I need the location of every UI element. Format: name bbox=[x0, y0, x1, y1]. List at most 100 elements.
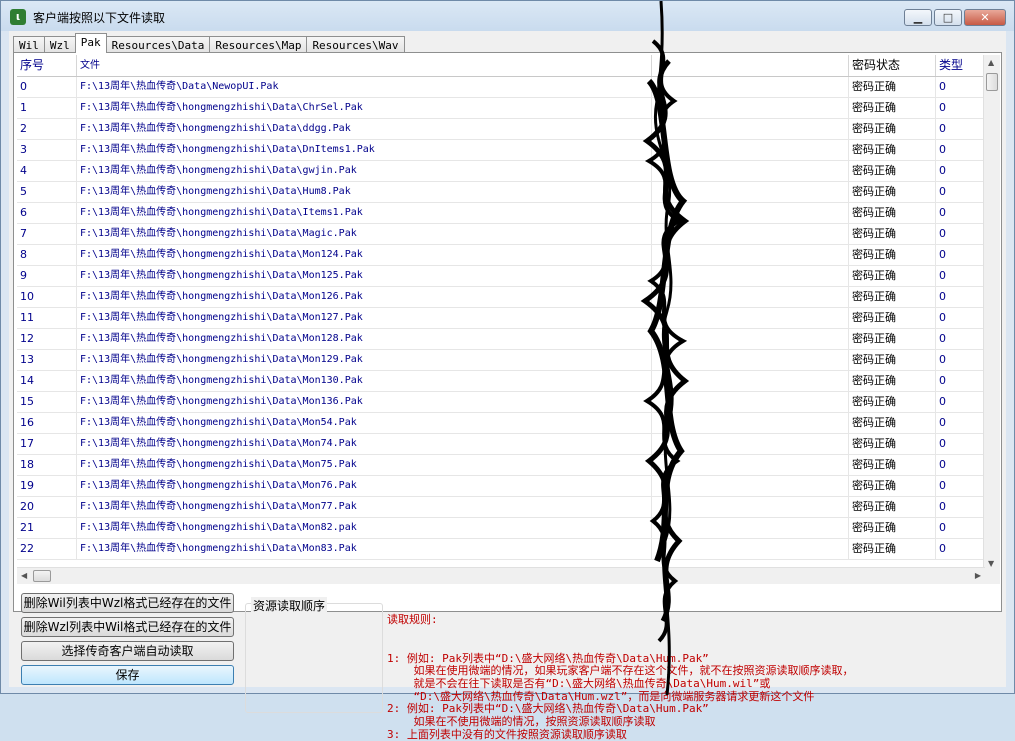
column-header-file[interactable]: 文件 bbox=[77, 55, 652, 76]
delete-wil-duplicates-button[interactable]: 删除Wil列表中Wzl格式已经存在的文件 bbox=[21, 593, 234, 613]
maximize-button[interactable]: □ bbox=[934, 9, 962, 26]
row-file-path: F:\13周年\热血传奇\hongmengzhishi\Data\Mon76.P… bbox=[77, 476, 652, 496]
row-file-path: F:\13周年\热血传奇\hongmengzhishi\Data\Mon130.… bbox=[77, 371, 652, 391]
tab-resources-data[interactable]: Resources\Data bbox=[105, 36, 211, 53]
row-type: 0 bbox=[936, 455, 990, 475]
file-list[interactable]: 序号 文件 密码状态 类型 0 F:\13周年\热血传奇\Data\NewopUI… bbox=[17, 55, 990, 566]
table-row[interactable]: 18 F:\13周年\热血传奇\hongmengzhishi\Data\Mon75… bbox=[17, 455, 990, 476]
tab-panel-pak: 序号 文件 密码状态 类型 0 F:\13周年\热血传奇\Data\NewopUI… bbox=[13, 52, 1002, 612]
row-password-status: 密码正确 bbox=[849, 371, 936, 391]
app-logo-icon: ι bbox=[10, 9, 26, 25]
resource-order-group[interactable] bbox=[245, 603, 383, 713]
row-type: 0 bbox=[936, 350, 990, 370]
table-row[interactable]: 9 F:\13周年\热血传奇\hongmengzhishi\Data\Mon125… bbox=[17, 266, 990, 287]
tab-wil[interactable]: Wil bbox=[13, 36, 45, 53]
tab-resources-map[interactable]: Resources\Map bbox=[209, 36, 308, 53]
title-bar[interactable]: ι 客户端按照以下文件读取 ▁ □ ✕ bbox=[1, 1, 1014, 31]
scroll-down-icon[interactable]: ▼ bbox=[988, 559, 994, 568]
resource-order-label: 资源读取顺序 bbox=[251, 597, 328, 614]
window-title: 客户端按照以下文件读取 bbox=[33, 11, 166, 25]
rules-line: “D:\盛大网络\热血传奇\Data\Hum.wzl”，而是向微端服务器请求更新… bbox=[387, 689, 815, 703]
row-file-path: F:\13周年\热血传奇\hongmengzhishi\Data\Mon136.… bbox=[77, 392, 652, 412]
table-row[interactable]: 4 F:\13周年\热血传奇\hongmengzhishi\Data\gwjin.… bbox=[17, 161, 990, 182]
table-row[interactable]: 0 F:\13周年\热血传奇\Data\NewopUI.Pak 密码正确 0 bbox=[17, 77, 990, 98]
row-file-path: F:\13周年\热血传奇\hongmengzhishi\Data\Magic.P… bbox=[77, 224, 652, 244]
row-index: 13 bbox=[17, 350, 77, 370]
table-row[interactable]: 7 F:\13周年\热血传奇\hongmengzhishi\Data\Magic.… bbox=[17, 224, 990, 245]
close-button[interactable]: ✕ bbox=[964, 9, 1006, 26]
row-file-path: F:\13周年\热血传奇\hongmengzhishi\Data\DnItems… bbox=[77, 140, 652, 160]
select-client-button[interactable]: 选择传奇客户端自动读取 bbox=[21, 641, 234, 661]
table-row[interactable]: 19 F:\13周年\热血传奇\hongmengzhishi\Data\Mon76… bbox=[17, 476, 990, 497]
rules-line: 如果在不使用微端的情况，按照资源读取顺序读取 bbox=[387, 715, 656, 729]
row-type: 0 bbox=[936, 518, 990, 538]
table-row[interactable]: 12 F:\13周年\热血传奇\hongmengzhishi\Data\Mon12… bbox=[17, 329, 990, 350]
table-row[interactable]: 13 F:\13周年\热血传奇\hongmengzhishi\Data\Mon12… bbox=[17, 350, 990, 371]
table-row[interactable]: 16 F:\13周年\热血传奇\hongmengzhishi\Data\Mon54… bbox=[17, 413, 990, 434]
column-header-password-status[interactable]: 密码状态 bbox=[849, 55, 936, 76]
row-index: 2 bbox=[17, 119, 77, 139]
table-row[interactable]: 14 F:\13周年\热血传奇\hongmengzhishi\Data\Mon13… bbox=[17, 371, 990, 392]
app-window: ι 客户端按照以下文件读取 ▁ □ ✕ Wil Wzl Pak Resources\D… bbox=[0, 0, 1015, 740]
row-index: 8 bbox=[17, 245, 77, 265]
row-password-status: 密码正确 bbox=[849, 308, 936, 328]
row-type: 0 bbox=[936, 182, 990, 202]
horizontal-scroll-thumb[interactable] bbox=[33, 570, 51, 582]
tab-pak[interactable]: Pak bbox=[74, 33, 107, 53]
rules-line: 就是不会在往下读取是否有“D:\盛大网络\热血传奇\Data\Hum.wil”或 bbox=[387, 676, 771, 690]
vertical-scroll-thumb[interactable] bbox=[986, 73, 998, 91]
row-file-path: F:\13周年\热血传奇\hongmengzhishi\Data\Mon125.… bbox=[77, 266, 652, 286]
row-type: 0 bbox=[936, 77, 990, 97]
row-index: 12 bbox=[17, 329, 77, 349]
scroll-up-icon[interactable]: ▲ bbox=[988, 58, 994, 67]
table-row[interactable]: 5 F:\13周年\热血传奇\hongmengzhishi\Data\Hum8.P… bbox=[17, 182, 990, 203]
row-index: 18 bbox=[17, 455, 77, 475]
row-index: 6 bbox=[17, 203, 77, 223]
row-type: 0 bbox=[936, 329, 990, 349]
row-file-path: F:\13周年\热血传奇\hongmengzhishi\Data\Mon127.… bbox=[77, 308, 652, 328]
table-row[interactable]: 22 F:\13周年\热血传奇\hongmengzhishi\Data\Mon83… bbox=[17, 539, 990, 560]
horizontal-scrollbar[interactable]: ◀ ▶ bbox=[17, 567, 985, 584]
row-password-status: 密码正确 bbox=[849, 518, 936, 538]
row-index: 7 bbox=[17, 224, 77, 244]
tab-resources-wav[interactable]: Resources\Wav bbox=[306, 36, 405, 53]
row-file-path: F:\13周年\热血传奇\hongmengzhishi\Data\Mon126.… bbox=[77, 287, 652, 307]
minimize-button[interactable]: ▁ bbox=[904, 9, 932, 26]
delete-wzl-duplicates-button[interactable]: 删除Wzl列表中Wil格式已经存在的文件 bbox=[21, 617, 234, 637]
row-password-status: 密码正确 bbox=[849, 434, 936, 454]
table-row[interactable]: 15 F:\13周年\热血传奇\hongmengzhishi\Data\Mon13… bbox=[17, 392, 990, 413]
row-password-status: 密码正确 bbox=[849, 119, 936, 139]
row-password-status: 密码正确 bbox=[849, 203, 936, 223]
table-row[interactable]: 1 F:\13周年\热血传奇\hongmengzhishi\Data\ChrSel… bbox=[17, 98, 990, 119]
row-file-path: F:\13周年\热血传奇\hongmengzhishi\Data\ddgg.Pa… bbox=[77, 119, 652, 139]
row-file-path: F:\13周年\热血传奇\hongmengzhishi\Data\ChrSel.… bbox=[77, 98, 652, 118]
list-header: 序号 文件 密码状态 类型 bbox=[17, 55, 990, 77]
vertical-scrollbar[interactable]: ▲ ▼ bbox=[983, 55, 1000, 584]
scroll-left-icon[interactable]: ◀ bbox=[21, 571, 27, 580]
row-type: 0 bbox=[936, 224, 990, 244]
row-index: 10 bbox=[17, 287, 77, 307]
column-header-index[interactable]: 序号 bbox=[17, 55, 77, 76]
row-password-status: 密码正确 bbox=[849, 140, 936, 160]
row-file-path: F:\13周年\热血传奇\hongmengzhishi\Data\Mon75.P… bbox=[77, 455, 652, 475]
table-row[interactable]: 2 F:\13周年\热血传奇\hongmengzhishi\Data\ddgg.P… bbox=[17, 119, 990, 140]
table-row[interactable]: 3 F:\13周年\热血传奇\hongmengzhishi\Data\DnItem… bbox=[17, 140, 990, 161]
table-row[interactable]: 6 F:\13周年\热血传奇\hongmengzhishi\Data\Items1… bbox=[17, 203, 990, 224]
row-index: 14 bbox=[17, 371, 77, 391]
table-row[interactable]: 17 F:\13周年\热血传奇\hongmengzhishi\Data\Mon74… bbox=[17, 434, 990, 455]
table-row[interactable]: 8 F:\13周年\热血传奇\hongmengzhishi\Data\Mon124… bbox=[17, 245, 990, 266]
rules-line: 3: 上面列表中没有的文件按照资源读取顺序读取 bbox=[387, 727, 627, 741]
column-header-type[interactable]: 类型 bbox=[936, 55, 990, 76]
tab-wzl[interactable]: Wzl bbox=[43, 36, 76, 53]
save-button[interactable]: 保存 bbox=[21, 665, 234, 685]
row-type: 0 bbox=[936, 98, 990, 118]
table-row[interactable]: 20 F:\13周年\热血传奇\hongmengzhishi\Data\Mon77… bbox=[17, 497, 990, 518]
row-index: 1 bbox=[17, 98, 77, 118]
row-type: 0 bbox=[936, 371, 990, 391]
table-row[interactable]: 11 F:\13周年\热血传奇\hongmengzhishi\Data\Mon12… bbox=[17, 308, 990, 329]
row-type: 0 bbox=[936, 140, 990, 160]
table-row[interactable]: 10 F:\13周年\热血传奇\hongmengzhishi\Data\Mon12… bbox=[17, 287, 990, 308]
scroll-right-icon[interactable]: ▶ bbox=[975, 571, 981, 580]
table-row[interactable]: 21 F:\13周年\热血传奇\hongmengzhishi\Data\Mon82… bbox=[17, 518, 990, 539]
row-index: 9 bbox=[17, 266, 77, 286]
